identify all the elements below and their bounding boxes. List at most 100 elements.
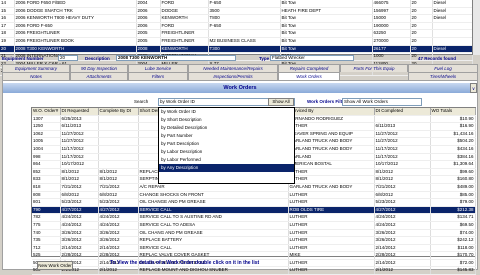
work-order-cell: OIL CHANG AND PM GREASE	[138, 229, 289, 238]
work-order-row[interactable]: 712 2/14/2012 2/14/2012 SERVICE CALL LUTHER 2…	[32, 244, 476, 253]
work-order-row[interactable]: 782 4/24/2012 4/24/2012 SERVICE CALL TO S A…	[32, 213, 476, 222]
work-order-row[interactable]: 790 4/27/2012 4/27/2012 SERVICE CALL ROB OLD…	[32, 206, 476, 215]
equipment-grid[interactable]: 14 2006 FORD F650 F/BED 2004 FORD F-650 Bit T…	[0, 0, 473, 76]
search-by-option[interactable]: by Detailed Description	[159, 124, 294, 132]
column-header[interactable]: Dt Completed	[374, 108, 431, 116]
work-order-cell: $242.12	[430, 236, 476, 245]
tab-inspections-permits[interactable]: Inspections/Permits	[188, 72, 278, 80]
equipment-row[interactable]: 14 2006 FORD F650 F/BED 2004 FORD F-650 Bit T…	[0, 0, 473, 8]
search-by-option[interactable]: by Labor Performed	[159, 156, 294, 164]
tab-90-day-inspection[interactable]: 90 Day Inspection	[70, 64, 128, 72]
search-by-option[interactable]: by Work Order ID	[159, 108, 294, 116]
tab-lube-service[interactable]: Lube Service	[128, 64, 188, 72]
work-order-row[interactable]: 740 3/26/2012 3/26/2012 OIL CHANG AND PM GR…	[32, 229, 476, 238]
work-order-cell: 6/25/2013	[60, 115, 99, 124]
work-order-cell: MIKE	[288, 251, 375, 260]
equipment-cell: 2006 KENWORTH T800 HEAVY DUTY	[14, 14, 137, 23]
work-order-cell: 3/26/2012	[98, 229, 139, 238]
equipment-cell: FREIGHTLINER	[160, 29, 209, 38]
tab-needed-maintenance[interactable]: Needed Maintenance/Repairs	[188, 64, 278, 72]
type-select[interactable]: Flatbed Wrecker	[270, 55, 354, 61]
work-order-row[interactable]: 808 6/8/2012 6/8/2012 CHANGE SHOCKS ON FRON…	[32, 191, 476, 200]
tab-fuel-log[interactable]: Fuel Log	[408, 64, 478, 72]
column-header[interactable]: Dt Requested	[60, 108, 99, 116]
work-order-cell: 2/28/2012	[60, 251, 99, 260]
work-order-cell: $145.83	[430, 266, 476, 275]
search-by-option[interactable]: by Short Description	[159, 116, 294, 124]
work-order-cell: 3/26/2012	[98, 236, 139, 245]
column-header[interactable]: Serviced By	[288, 108, 375, 116]
work-order-cell: 6/8/2012	[98, 191, 139, 200]
search-by-option[interactable]: by Part Number	[159, 132, 294, 140]
equipment-row[interactable]: 18 2006 FREIGHTLINER 2005 FREIGHTLINER Bit T…	[0, 29, 473, 38]
tab-parts-for-equip[interactable]: Parts For This Equip	[340, 64, 408, 72]
equipment-row[interactable]: 20 2008 T300 KENWORTH 2008 KENWORTH T300 Bit …	[0, 45, 473, 54]
equipment-cell: 26177	[372, 45, 411, 54]
work-order-cell: 790	[32, 206, 61, 215]
equipment-cell: KENWORTH	[160, 45, 209, 54]
equipment-cell: Diesel	[432, 0, 473, 8]
work-order-cell: 2/28/2012	[98, 251, 139, 260]
work-order-row[interactable]: 525 2/28/2012 2/28/2012 REPLAC VALVE COVER …	[32, 251, 476, 260]
search-by-option[interactable]: by Part Description	[159, 140, 294, 148]
show-all-button[interactable]: Show All	[268, 98, 294, 106]
work-order-row[interactable]: 801 5/23/2012 5/23/2012 OIL CHANGE AND PM G…	[32, 198, 476, 207]
equipment-cell: 156997	[372, 7, 411, 16]
tab-filters[interactable]: Filters	[128, 72, 188, 80]
equipment-cell: M2 BUSINESS CLASS	[208, 37, 281, 46]
equipment-cell: 63250	[372, 29, 411, 38]
work-order-cell: $489.00	[430, 183, 476, 192]
work-order-cell: 775	[32, 221, 61, 230]
new-work-order-button[interactable]: New Work Order	[37, 261, 73, 270]
work-order-cell: 8/1/2012	[374, 168, 431, 177]
work-order-cell: 10/17/2012	[374, 160, 431, 169]
work-order-cell: 864	[32, 160, 61, 169]
collapse-chevron-icon[interactable]: ∨	[470, 83, 477, 93]
work-order-cell: 3/26/2012	[374, 236, 431, 245]
search-by-option[interactable]: by Labor Description	[159, 148, 294, 156]
equipment-row[interactable]: 16 2006 KENWORTH T800 HEAVY DUTY 2006 KENWO…	[0, 14, 473, 23]
work-order-cell	[98, 115, 139, 124]
search-label: Search	[134, 99, 149, 104]
equipment-cell: 20	[410, 22, 433, 31]
tab-notes[interactable]: Notes	[2, 72, 70, 80]
work-orders-header: Work Orders	[3, 83, 477, 93]
equipment-row[interactable]: 19 2006 FREIGHTLINER BOOK 2005 FREIGHTLINER…	[0, 37, 473, 46]
work-order-row[interactable]: 735 3/26/2012 3/26/2012 REPLACE BATTERY LUTH…	[32, 236, 476, 245]
work-order-cell: 2/14/2012	[60, 244, 99, 253]
tab-equipment-summary[interactable]: Equipment Summary	[2, 64, 70, 72]
work-order-cell: GARLAND TRUCK AND BODY	[288, 137, 375, 146]
work-order-cell: $74.00	[430, 229, 476, 238]
work-order-row[interactable]: 775 4/24/2012 4/24/2012 SERVICE CALL TO ADE…	[32, 221, 476, 230]
work-order-cell: 6/11/2013	[374, 122, 431, 131]
work-order-cell: 852	[32, 168, 61, 177]
equipment-row[interactable]: 17 2006 FORD F-650 2006 FORD F-650 Bit Tow 190…	[0, 22, 473, 31]
equipment-row[interactable]: 15 2006 DODGE SNATCH TRK 2006 DODGE 3500 HEAT…	[0, 7, 473, 16]
work-orders-filter-select[interactable]: Show All Work Orders	[342, 98, 422, 106]
tab-work-orders[interactable]: Work Orders	[278, 72, 340, 80]
work-order-cell	[98, 122, 139, 131]
description-field[interactable]: 2008 T300 KENWORTH	[116, 55, 236, 61]
tab-tires-wheels[interactable]: Tires/Wheels	[408, 72, 478, 80]
work-order-cell: 6/8/2012	[374, 191, 431, 200]
search-by-option[interactable]: by Any Description	[159, 164, 294, 172]
equipment-cell: 2005	[136, 37, 161, 46]
column-header[interactable]: WO Totals	[430, 108, 476, 116]
search-by-dropdown[interactable]: by Work Order ID by Short Description by D…	[158, 107, 295, 184]
equipment-cell: Bit Tow	[280, 0, 373, 8]
tab-repairs-completed[interactable]: Repairs Completed	[278, 64, 340, 72]
work-order-cell: $170.70	[430, 251, 476, 260]
equipment-cell: KENWORTH	[160, 14, 209, 23]
work-order-row[interactable]: 818 7/21/2012 7/21/2012 A/C REPAIR GARLAND T…	[32, 183, 476, 192]
work-order-cell: 3/26/2012	[60, 229, 99, 238]
equipment-cell	[432, 37, 473, 46]
column-header[interactable]: Complete By Dt	[98, 108, 139, 116]
work-order-row[interactable]: 5002/1/20122/1/2012REPLACE MOUNT AND DIG…	[32, 266, 476, 275]
work-order-cell: $69.50	[430, 221, 476, 230]
equipment-cell: FREIGHTLINER	[160, 37, 209, 46]
equipment-cell: 20	[410, 45, 433, 54]
equipment-number-field[interactable]: 20	[58, 55, 78, 61]
column-header[interactable]: W.O. Order#	[32, 108, 61, 116]
tab-attachments[interactable]: Attachments	[70, 72, 128, 80]
equipment-grid-scrollbar[interactable]	[472, 0, 480, 55]
